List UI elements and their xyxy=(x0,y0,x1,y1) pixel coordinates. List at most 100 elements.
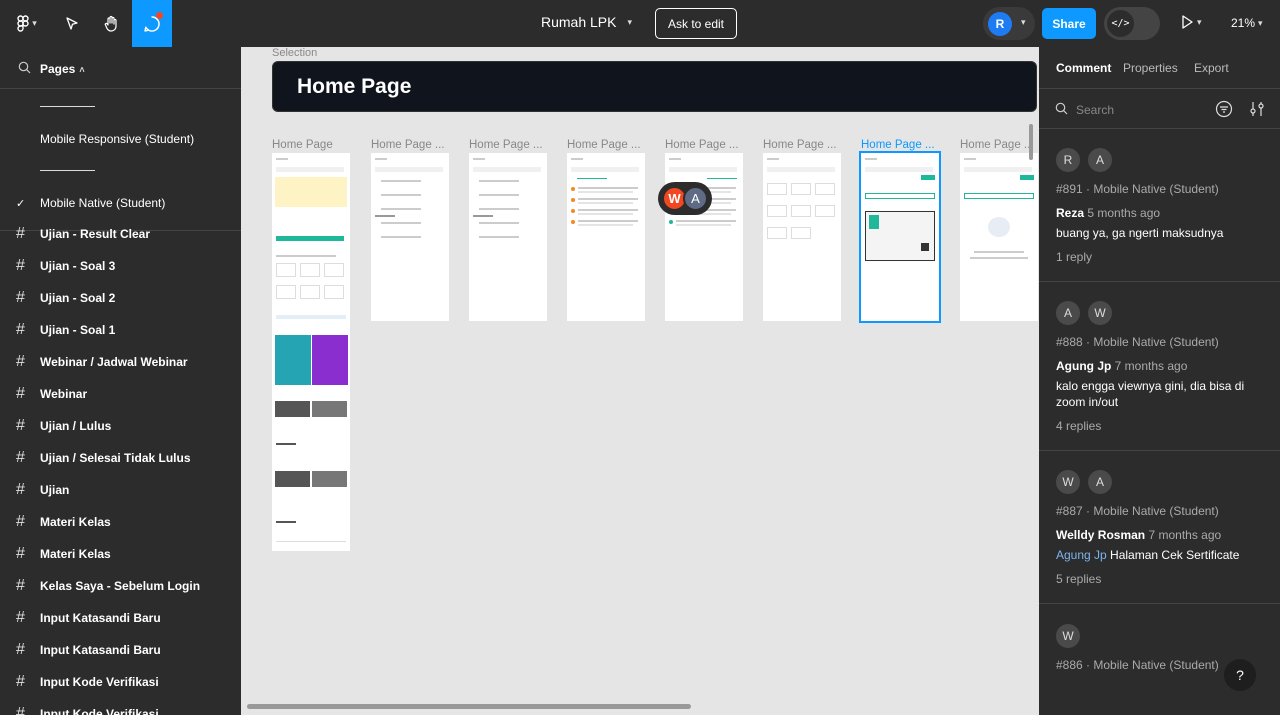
layer-label: Ujian - Soal 1 xyxy=(40,323,116,337)
frame-label[interactable]: Home Page xyxy=(272,139,348,151)
frame-label[interactable]: Home Page ... xyxy=(665,139,741,151)
tab-comment[interactable]: Comment xyxy=(1056,61,1111,75)
comment-thread[interactable]: A W #888 · Mobile Native (Student) Agung… xyxy=(1039,282,1280,451)
thumb-logo xyxy=(791,205,811,217)
page-item-mobile-native[interactable]: ✓ Mobile Native (Student) xyxy=(0,187,241,219)
frame-thumbnail[interactable] xyxy=(859,151,941,323)
pages-title[interactable]: Pages ˄ xyxy=(40,62,85,76)
share-button[interactable]: Share xyxy=(1042,8,1096,39)
comment-tool-button[interactable] xyxy=(132,0,172,47)
top-toolbar: ▾ Rumah LPK ▾ Ask to edit R ▾ Share </> … xyxy=(0,0,1280,47)
collaborator-avatars[interactable]: W A xyxy=(658,182,712,215)
comment-search[interactable]: Search xyxy=(1039,89,1280,129)
thumb-button xyxy=(1020,175,1034,180)
figma-app: ▾ Rumah LPK ▾ Ask to edit R ▾ Share </> … xyxy=(0,0,1280,715)
code-icon: </> xyxy=(1107,10,1134,37)
avatar[interactable]: R xyxy=(988,12,1012,36)
comment-author: Welldy Rosman 7 months ago xyxy=(1056,528,1221,542)
frame-thumbnail[interactable] xyxy=(567,153,645,321)
layer-item[interactable]: # Input Katasandi Baru xyxy=(0,634,241,666)
frame-label[interactable]: Home Page ... xyxy=(567,139,643,151)
vertical-scrollbar[interactable] xyxy=(1029,124,1033,160)
frame-thumbnail[interactable] xyxy=(665,153,743,321)
frame-hash-icon: # xyxy=(16,545,25,562)
dev-mode-toggle[interactable]: </> xyxy=(1104,7,1160,40)
avatar: W xyxy=(1056,624,1080,648)
thumb-logo xyxy=(324,285,344,299)
present-button[interactable]: ▾ xyxy=(1180,14,1202,30)
frame-thumbnail[interactable] xyxy=(272,153,350,551)
frame-label[interactable]: Home Page ... xyxy=(763,139,839,151)
frame-label[interactable]: Home Page ... xyxy=(960,139,1036,151)
frame-thumbnail[interactable] xyxy=(763,153,841,321)
search-input[interactable]: Search xyxy=(1076,103,1114,117)
frame-hash-icon: # xyxy=(16,513,25,530)
mention[interactable]: Agung Jp xyxy=(1056,548,1107,562)
comment-body: Agung Jp Halaman Cek Sertificate xyxy=(1056,547,1261,563)
reply-count[interactable]: 5 replies xyxy=(1056,572,1101,586)
author-name: Reza xyxy=(1056,206,1085,220)
left-sidebar: Pages ˄ Mobile Responsive (Student) ✓ Mob… xyxy=(0,47,241,715)
layer-item[interactable]: # Ujian / Lulus xyxy=(0,410,241,442)
layer-item[interactable]: # Ujian - Soal 2 xyxy=(0,282,241,314)
frame-label[interactable]: Home Page ... xyxy=(371,139,447,151)
hand-tool-button[interactable] xyxy=(96,0,128,47)
pages-header[interactable]: Pages ˄ xyxy=(0,47,241,89)
main-menu-button[interactable]: ▾ xyxy=(8,0,46,47)
file-title[interactable]: Rumah LPK ▾ xyxy=(541,14,632,30)
layer-label: Materi Kelas xyxy=(40,515,111,529)
thumb-text xyxy=(479,194,519,196)
layer-item[interactable]: # Ujian xyxy=(0,474,241,506)
layer-item[interactable]: # Ujian / Selesai Tidak Lulus xyxy=(0,442,241,474)
chevron-down-icon: ▾ xyxy=(1021,17,1026,27)
tab-properties[interactable]: Properties xyxy=(1123,61,1178,75)
layer-item[interactable]: # Input Kode Verifikasi xyxy=(0,698,241,715)
thumb-text xyxy=(970,257,1028,259)
page-item-label: Mobile Native (Student) xyxy=(40,196,166,210)
frame-thumbnail[interactable] xyxy=(469,153,547,321)
layer-item[interactable]: # Materi Kelas xyxy=(0,506,241,538)
zoom-menu[interactable]: 21% ▾ xyxy=(1231,16,1263,30)
comment-thread[interactable]: W A #887 · Mobile Native (Student) Welld… xyxy=(1039,451,1280,604)
figma-logo-icon xyxy=(17,14,29,32)
avatar: A xyxy=(1088,148,1112,172)
frame-hash-icon: # xyxy=(16,673,25,690)
frame-label[interactable]: Home Page ... xyxy=(861,139,937,151)
help-button[interactable]: ? xyxy=(1224,659,1256,691)
filter-icon[interactable] xyxy=(1215,100,1233,118)
layer-item[interactable]: # Input Kode Verifikasi xyxy=(0,666,241,698)
layer-item[interactable]: # Ujian - Soal 1 xyxy=(0,314,241,346)
thumb-text xyxy=(676,220,736,222)
layer-item[interactable]: # Ujian - Soal 3 xyxy=(0,250,241,282)
thumb-text xyxy=(578,191,633,193)
thumb-banner xyxy=(275,177,347,207)
ask-to-edit-button[interactable]: Ask to edit xyxy=(655,8,737,39)
thumb-logo xyxy=(815,205,835,217)
layer-item[interactable]: # Ujian - Result Clear xyxy=(0,218,241,250)
avatar[interactable]: A xyxy=(683,186,708,211)
layer-label: Ujian / Lulus xyxy=(40,419,112,433)
tab-export[interactable]: Export xyxy=(1194,61,1229,75)
move-tool-button[interactable] xyxy=(56,0,88,47)
reply-count[interactable]: 1 reply xyxy=(1056,250,1092,264)
frame-hash-icon: # xyxy=(16,417,25,434)
layer-item[interactable]: # Input Katasandi Baru xyxy=(0,602,241,634)
canvas[interactable]: Selection Home Page Home Page Home Page .… xyxy=(241,47,1039,715)
comment-thread[interactable]: R A #891 · Mobile Native (Student) Reza … xyxy=(1039,129,1280,282)
layer-item[interactable]: # Webinar / Jadwal Webinar xyxy=(0,346,241,378)
page-item-mobile-responsive[interactable]: Mobile Responsive (Student) xyxy=(0,123,241,155)
horizontal-scrollbar[interactable] xyxy=(247,704,691,709)
section-banner[interactable]: Home Page xyxy=(272,61,1037,112)
layer-item[interactable]: # Materi Kelas xyxy=(0,538,241,570)
settings-sliders-icon[interactable] xyxy=(1249,100,1265,118)
thumb-search xyxy=(669,167,737,172)
reply-count[interactable]: 4 replies xyxy=(1056,419,1101,433)
thumb-text xyxy=(479,222,519,224)
frame-thumbnail[interactable] xyxy=(371,153,449,321)
layer-item[interactable]: # Kelas Saya - Sebelum Login xyxy=(0,570,241,602)
frame-label[interactable]: Home Page ... xyxy=(469,139,545,151)
thumb-search xyxy=(375,167,443,172)
frame-thumbnail[interactable] xyxy=(960,153,1038,321)
layer-item[interactable]: # Webinar xyxy=(0,378,241,410)
frame-hash-icon: # xyxy=(16,321,25,338)
